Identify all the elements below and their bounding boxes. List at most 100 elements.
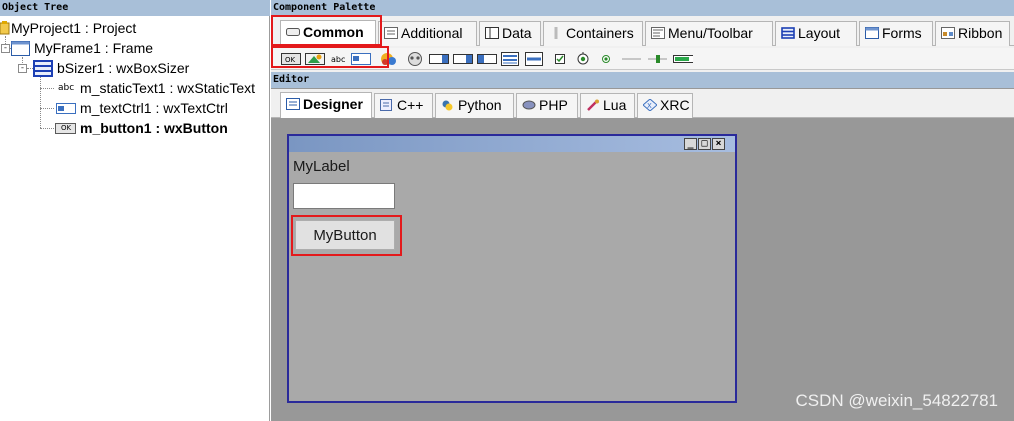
ribbon-icon [941,27,955,39]
static-text-tool-text: abc [331,55,345,64]
gauge-tool-icon[interactable] [673,52,693,66]
tab-label: Data [502,25,532,41]
lua-icon [587,99,599,111]
menu-toolbar-icon [651,27,665,39]
tree-item-label: m_textCtrl1 : wxTextCtrl [80,100,228,116]
tab-label: Additional [401,25,463,41]
tab-lua[interactable]: Lua [580,93,635,118]
tab-label: Designer [303,96,363,112]
static-bitmap-tool-icon[interactable] [379,52,399,66]
component-palette-header: Component Palette [271,0,1014,16]
tab-ribbon[interactable]: Ribbon [935,21,1010,46]
component-palette-panel: Component Palette Common Additional Data… [271,0,1014,72]
button-tool-text: OK [285,56,296,64]
tree-item-label: MyFrame1 : Frame [34,40,154,56]
palette-tool-row: OK abc [271,48,1014,70]
project-icon [0,21,10,35]
tab-layout[interactable]: Layout [775,21,857,46]
php-icon [522,100,536,110]
tab-data[interactable]: Data [479,21,541,46]
tab-label: Containers [566,25,634,41]
boxsizer-icon [33,60,53,77]
forms-icon [865,27,879,39]
tree-item-sizer[interactable]: - bSizer1 : wxBoxSizer [0,59,270,78]
tab-label: Python [458,97,502,113]
designer-frame[interactable]: _ □ × MyLabel MyButton [287,134,737,403]
containers-icon [554,27,558,39]
object-tree-panel: Object Tree MyProject1 : Project - MyFra… [0,0,270,421]
tree-item-text-ctrl[interactable]: m_textCtrl1 : wxTextCtrl [0,99,270,118]
tab-label: Menu/Toolbar [668,25,753,41]
python-icon [442,100,453,111]
frame-icon [11,41,30,56]
tab-label: Lua [603,97,627,113]
tab-label: PHP [539,97,568,113]
combo-box-tool-icon[interactable] [405,52,425,66]
static-line-h-tool-icon[interactable] [621,52,641,66]
button-tool-icon[interactable]: OK [281,52,301,66]
list-box-tool-icon[interactable] [453,52,473,66]
designer-icon [286,98,300,110]
object-tree-header: Object Tree [0,0,270,16]
data-icon [485,27,499,39]
editor-header: Editor [271,72,1014,88]
tab-label: Ribbon [958,25,1003,41]
button-icon-text: OK [61,124,72,132]
tree-item-label: MyProject1 : Project [11,20,137,36]
tab-common[interactable]: Common [280,20,376,46]
bitmap-button-tool-icon[interactable] [305,52,325,66]
maximize-icon[interactable]: □ [698,138,711,150]
button-icon [286,28,300,36]
tree-item-label: bSizer1 : wxBoxSizer [57,60,190,76]
tab-label: C++ [397,97,424,113]
text-ctrl-icon [56,103,76,114]
xrc-icon: X [643,99,657,111]
text-ctrl-tool-icon[interactable] [351,52,371,66]
choice-tool-icon[interactable] [429,52,449,66]
palette-tab-strip: Common Additional Data Containers Menu/T… [271,18,1014,46]
close-icon[interactable]: × [712,138,725,150]
collapse-icon[interactable]: - [18,64,27,73]
editor-tab-strip: Designer C++ Python PHP Lua X XRC [271,89,1014,118]
editor-panel: Editor Designer C++ Python PHP Lua X XRC [271,72,1014,421]
tab-containers[interactable]: Containers [543,21,643,46]
radio-button-tool-icon[interactable] [576,52,596,66]
frame-button[interactable]: MyButton [295,220,395,250]
tab-menu-toolbar[interactable]: Menu/Toolbar [645,21,773,46]
check-box-tool-icon[interactable] [553,52,573,66]
tab-xrc[interactable]: X XRC [637,93,693,118]
tree-item-label-selected: m_button1 : wxButton [80,120,228,136]
tree-item-project[interactable]: MyProject1 : Project [0,19,270,38]
tab-cpp[interactable]: C++ [374,93,433,118]
slider-tool-icon[interactable] [647,52,667,66]
tab-python[interactable]: Python [435,93,514,118]
tree-item-button[interactable]: OK m_button1 : wxButton [0,119,270,138]
tree-item-frame[interactable]: - MyFrame1 : Frame [0,39,270,58]
static-line-tool-icon[interactable] [525,52,545,66]
radio-option-tool-icon[interactable] [599,52,619,66]
watermark: CSDN @weixin_54822781 [795,391,998,410]
collapse-icon[interactable]: - [1,44,10,53]
tab-label: Layout [798,25,841,41]
layout-icon [781,27,795,39]
tab-label: Forms [882,25,922,41]
static-text-tool-icon[interactable]: abc [329,52,349,66]
additional-icon [384,27,398,39]
tree-item-static-text[interactable]: abc m_staticText1 : wxStaticText [0,79,270,98]
tab-additional[interactable]: Additional [378,21,477,46]
tab-php[interactable]: PHP [516,93,578,118]
frame-text-field[interactable] [293,183,395,209]
frame-static-label[interactable]: MyLabel [293,158,350,175]
tab-label: Common [303,24,364,40]
tab-forms[interactable]: Forms [859,21,933,46]
tab-designer[interactable]: Designer [280,92,372,118]
static-text-icon: abc [58,83,75,93]
cpp-icon [380,99,392,111]
tab-label: XRC [660,97,690,113]
frame-titlebar[interactable]: _ □ × [289,136,735,152]
tree-item-label: m_staticText1 : wxStaticText [80,80,256,96]
radio-box-tool-icon[interactable] [501,52,521,66]
svg-text:X: X [647,102,652,110]
minimize-icon[interactable]: _ [684,138,697,150]
list-ctrl-tool-icon[interactable] [477,52,497,66]
